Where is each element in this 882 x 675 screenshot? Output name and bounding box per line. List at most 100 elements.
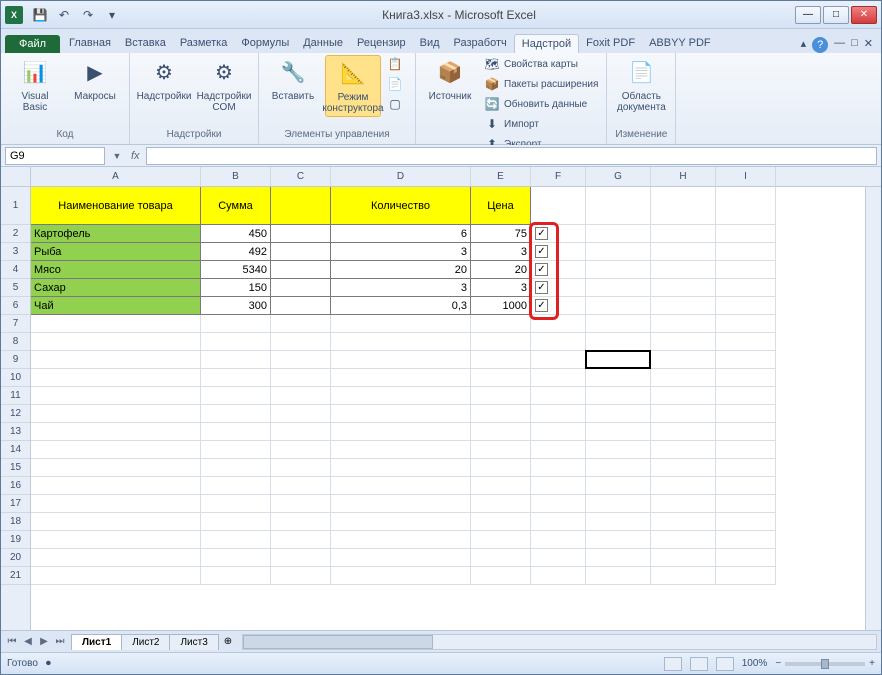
cell-I13[interactable]: [716, 423, 776, 441]
ribbon-tab-5[interactable]: Рецензир: [350, 34, 413, 53]
cell-D5[interactable]: 3: [331, 279, 471, 297]
row-header-3[interactable]: 3: [1, 243, 30, 261]
cell-F13[interactable]: [531, 423, 586, 441]
cell-B16[interactable]: [201, 477, 271, 495]
cell-G9[interactable]: [586, 351, 651, 369]
cell-E19[interactable]: [471, 531, 531, 549]
zoom-in-button[interactable]: +: [869, 658, 875, 669]
cell-C7[interactable]: [271, 315, 331, 333]
cell-B7[interactable]: [201, 315, 271, 333]
cell-B1[interactable]: Сумма: [201, 187, 271, 225]
cell-B14[interactable]: [201, 441, 271, 459]
cell-C9[interactable]: [271, 351, 331, 369]
cell-D12[interactable]: [331, 405, 471, 423]
ribbon-tab-10[interactable]: ABBYY PDF: [642, 34, 718, 53]
row-header-4[interactable]: 4: [1, 261, 30, 279]
cell-F18[interactable]: [531, 513, 586, 531]
cell-G18[interactable]: [586, 513, 651, 531]
run-dialog-button[interactable]: ▢: [385, 95, 409, 113]
cell-G5[interactable]: [586, 279, 651, 297]
cell-C6[interactable]: [271, 297, 331, 315]
close-button[interactable]: ✕: [851, 6, 877, 24]
cell-B8[interactable]: [201, 333, 271, 351]
cell-H2[interactable]: [651, 225, 716, 243]
addins-button[interactable]: ⚙Надстройки: [136, 55, 192, 104]
column-header-C[interactable]: C: [271, 167, 331, 186]
column-header-H[interactable]: H: [651, 167, 716, 186]
ribbon-tab-4[interactable]: Данные: [296, 34, 350, 53]
com-addins-button[interactable]: ⚙Надстройки COM: [196, 55, 252, 115]
cell-A8[interactable]: [31, 333, 201, 351]
cell-D6[interactable]: 0,3: [331, 297, 471, 315]
cell-D11[interactable]: [331, 387, 471, 405]
ribbon-tab-3[interactable]: Формулы: [234, 34, 296, 53]
spreadsheet-grid[interactable]: 123456789101112131415161718192021 ABCDEF…: [1, 167, 881, 630]
cell-G14[interactable]: [586, 441, 651, 459]
cell-D8[interactable]: [331, 333, 471, 351]
column-header-D[interactable]: D: [331, 167, 471, 186]
cell-D14[interactable]: [331, 441, 471, 459]
cell-A16[interactable]: [31, 477, 201, 495]
sheet-nav-first-icon[interactable]: ⏮: [5, 636, 19, 647]
cell-A2[interactable]: Картофель: [31, 225, 201, 243]
horizontal-scrollbar[interactable]: [242, 634, 877, 650]
sheet-tab-0[interactable]: Лист1: [71, 634, 122, 650]
cell-A14[interactable]: [31, 441, 201, 459]
cell-H19[interactable]: [651, 531, 716, 549]
cell-C15[interactable]: [271, 459, 331, 477]
help-icon[interactable]: ?: [812, 37, 828, 53]
cell-E4[interactable]: 20: [471, 261, 531, 279]
cell-A5[interactable]: Сахар: [31, 279, 201, 297]
cell-A13[interactable]: [31, 423, 201, 441]
ribbon-tab-0[interactable]: Главная: [62, 34, 118, 53]
cell-I8[interactable]: [716, 333, 776, 351]
cell-D10[interactable]: [331, 369, 471, 387]
doc-panel-button[interactable]: 📄Область документа: [613, 55, 669, 115]
cell-H21[interactable]: [651, 567, 716, 585]
cell-B2[interactable]: 450: [201, 225, 271, 243]
cell-A9[interactable]: [31, 351, 201, 369]
cell-H1[interactable]: [651, 187, 716, 225]
cell-E11[interactable]: [471, 387, 531, 405]
cell-H3[interactable]: [651, 243, 716, 261]
row-header-15[interactable]: 15: [1, 459, 30, 477]
cell-C14[interactable]: [271, 441, 331, 459]
cell-E17[interactable]: [471, 495, 531, 513]
excel-icon[interactable]: X: [5, 6, 23, 24]
cell-E5[interactable]: 3: [471, 279, 531, 297]
cell-F20[interactable]: [531, 549, 586, 567]
cell-F21[interactable]: [531, 567, 586, 585]
zoom-out-button[interactable]: −: [775, 658, 781, 669]
fx-icon[interactable]: fx: [125, 150, 146, 162]
cell-B9[interactable]: [201, 351, 271, 369]
cell-H8[interactable]: [651, 333, 716, 351]
cell-C4[interactable]: [271, 261, 331, 279]
cell-B10[interactable]: [201, 369, 271, 387]
cell-B12[interactable]: [201, 405, 271, 423]
map-props-button[interactable]: 🗺Свойства карты: [482, 55, 600, 73]
cell-I5[interactable]: [716, 279, 776, 297]
cell-G21[interactable]: [586, 567, 651, 585]
cell-I17[interactable]: [716, 495, 776, 513]
cell-G8[interactable]: [586, 333, 651, 351]
cell-I10[interactable]: [716, 369, 776, 387]
refresh-button[interactable]: 🔄Обновить данные: [482, 95, 600, 113]
cell-E21[interactable]: [471, 567, 531, 585]
sheet-nav-next-icon[interactable]: ▶: [37, 636, 51, 647]
properties-button[interactable]: 📋: [385, 55, 409, 73]
cell-C10[interactable]: [271, 369, 331, 387]
cell-B15[interactable]: [201, 459, 271, 477]
import-button[interactable]: ⬇Импорт: [482, 115, 600, 133]
minimize-button[interactable]: —: [795, 6, 821, 24]
zoom-level[interactable]: 100%: [742, 658, 768, 669]
row-header-11[interactable]: 11: [1, 387, 30, 405]
maximize-button[interactable]: □: [823, 6, 849, 24]
cell-C17[interactable]: [271, 495, 331, 513]
cell-E9[interactable]: [471, 351, 531, 369]
cell-E13[interactable]: [471, 423, 531, 441]
cell-B11[interactable]: [201, 387, 271, 405]
cell-I11[interactable]: [716, 387, 776, 405]
checkbox-row-2[interactable]: ✓: [535, 227, 548, 240]
cell-B4[interactable]: 5340: [201, 261, 271, 279]
cell-F12[interactable]: [531, 405, 586, 423]
